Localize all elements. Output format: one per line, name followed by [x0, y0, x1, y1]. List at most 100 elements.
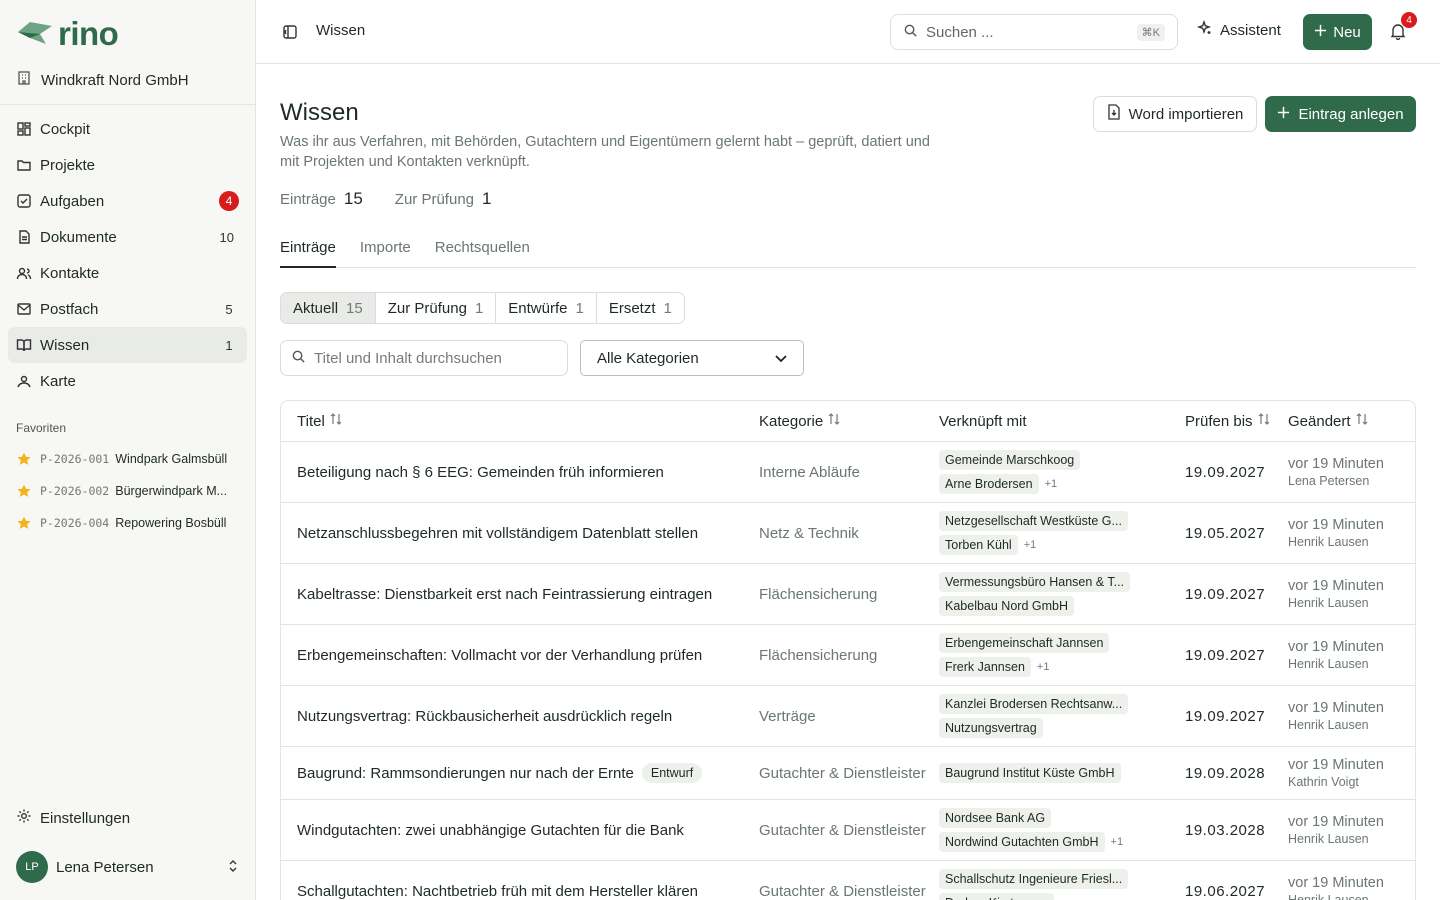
link-line: Nutzungsvertrag: [939, 718, 1185, 738]
table-row[interactable]: Nutzungsvertrag: Rückbausicherheit ausdr…: [281, 686, 1415, 747]
favorite-item[interactable]: P-2026-002 Bürgerwindpark M...: [16, 475, 247, 507]
link-chip[interactable]: Schallschutz Ingenieure Friesl...: [939, 869, 1129, 889]
tab-importe[interactable]: Importe: [360, 228, 411, 268]
link-chip[interactable]: Torben Kühl: [939, 535, 1018, 555]
link-chip[interactable]: Gemeinde Marschkoog: [939, 450, 1081, 470]
filter-zur-pruefung[interactable]: Zur Prüfung 1: [376, 293, 497, 323]
content-search-input[interactable]: Titel und Inhalt durchsuchen: [280, 340, 568, 376]
entry-review-date: 19.03.2028: [1185, 821, 1266, 839]
more-links-count[interactable]: +1: [1111, 836, 1124, 848]
entry-review-date: 19.09.2027: [1185, 646, 1266, 664]
link-line: Torben Kühl +1: [939, 535, 1185, 555]
sidebar-item-projekte[interactable]: Projekte: [8, 147, 247, 183]
sidebar-item-aufgaben[interactable]: Aufgaben 4: [8, 183, 247, 219]
entry-title[interactable]: Schallgutachten: Nachtbetrieb früh mit d…: [297, 883, 698, 900]
link-chip[interactable]: Nordwind Gutachten GmbH: [939, 832, 1105, 852]
link-chip[interactable]: Netzgesellschaft Westküste G...: [939, 511, 1128, 531]
sidebar-item-label: Projekte: [40, 156, 96, 174]
more-links-count[interactable]: +1: [1024, 539, 1037, 551]
entry-changed: vor 19 Minuten Lena Petersen: [1288, 456, 1415, 488]
entry-changed: vor 19 Minuten Henrik Lausen: [1288, 578, 1415, 610]
sidebar-item-cockpit[interactable]: Cockpit: [8, 111, 247, 147]
sidebar-item-label: Karte: [40, 372, 76, 390]
category-select[interactable]: Alle Kategorien: [580, 340, 804, 376]
filter-aktuell[interactable]: Aktuell 15: [281, 293, 376, 323]
changed-by: Lena Petersen: [1288, 474, 1370, 488]
entry-title[interactable]: Baugrund: Rammsondierungen nur nach der …: [297, 765, 634, 782]
filter-count: 15: [346, 299, 363, 317]
entry-title[interactable]: Beteiligung nach § 6 EEG: Gemeinden früh…: [297, 464, 664, 481]
sidebar-item-dokumente[interactable]: Dokumente 10: [8, 219, 247, 255]
link-chip[interactable]: Erbengemeinschaft Jannsen: [939, 633, 1110, 653]
col-titel[interactable]: Titel: [281, 412, 759, 430]
global-search[interactable]: Suchen ... ⌘K: [890, 14, 1178, 50]
create-entry-button[interactable]: Eintrag anlegen: [1265, 96, 1416, 132]
col-geaendert[interactable]: Geändert: [1288, 412, 1415, 430]
more-links-count[interactable]: +1: [1037, 661, 1050, 673]
entry-title[interactable]: Nutzungsvertrag: Rückbausicherheit ausdr…: [297, 708, 672, 725]
table-row[interactable]: Baugrund: Rammsondierungen nur nach der …: [281, 747, 1415, 800]
tab-eintraege[interactable]: Einträge: [280, 228, 336, 268]
settings-link[interactable]: Einstellungen: [16, 808, 130, 828]
table-row[interactable]: Beteiligung nach § 6 EEG: Gemeinden früh…: [281, 442, 1415, 503]
filter-entwuerfe[interactable]: Entwürfe 1: [496, 293, 597, 323]
table-row[interactable]: Kabeltrasse: Dienstbarkeit erst nach Fei…: [281, 564, 1415, 625]
link-chip[interactable]: Kanzlei Brodersen Rechtsanw...: [939, 694, 1129, 714]
filter-count: 1: [474, 299, 484, 317]
column-label: Verknüpft mit: [939, 412, 1027, 430]
sidebar-item-karte[interactable]: Karte: [8, 363, 247, 399]
stat-value: 1: [482, 189, 492, 208]
table-header: Titel Kategorie Verknüpft mit Prüfen bis…: [281, 401, 1415, 442]
word-import-button[interactable]: Word importieren: [1093, 96, 1257, 132]
entry-review-date: 19.09.2027: [1185, 707, 1266, 725]
stat-review: Zur Prüfung 1: [395, 189, 492, 209]
entry-title-cell: Kabeltrasse: Dienstbarkeit erst nach Fei…: [281, 586, 759, 603]
entry-category: Netz & Technik: [759, 524, 859, 542]
sidebar-item-wissen[interactable]: Wissen 1: [8, 327, 247, 363]
link-chip[interactable]: Frerk Jannsen: [939, 657, 1031, 677]
entry-category: Verträge: [759, 707, 816, 725]
entry-category: Gutachter & Dienstleister: [759, 882, 926, 900]
link-chip[interactable]: Dedam Kirstensen: [939, 893, 1054, 900]
entry-title-cell: Erbengemeinschaften: Vollmacht vor der V…: [281, 647, 759, 664]
table-row[interactable]: Windgutachten: zwei unabhängige Gutachte…: [281, 800, 1415, 861]
org-switcher[interactable]: Windkraft Nord GmbH: [16, 70, 189, 90]
link-chip[interactable]: Nordsee Bank AG: [939, 808, 1052, 828]
entry-title[interactable]: Kabeltrasse: Dienstbarkeit erst nach Fei…: [297, 586, 712, 603]
plus-icon: [1314, 24, 1327, 41]
more-links-count[interactable]: +1: [1045, 478, 1058, 490]
link-chip[interactable]: Nutzungsvertrag: [939, 718, 1043, 738]
link-chip[interactable]: Baugrund Institut Küste GmbH: [939, 763, 1121, 783]
table-body: Beteiligung nach § 6 EEG: Gemeinden früh…: [281, 442, 1415, 900]
link-chip[interactable]: Vermessungsbüro Hansen & T...: [939, 572, 1131, 592]
entry-title[interactable]: Netzanschlussbegehren mit vollständigem …: [297, 525, 698, 542]
sidebar-item-postfach[interactable]: Postfach 5: [8, 291, 247, 327]
favorite-item[interactable]: P-2026-004 Repowering Bosbüll: [16, 507, 247, 539]
new-button[interactable]: Neu: [1303, 14, 1372, 50]
sidebar-toggle-icon[interactable]: [282, 24, 298, 40]
table-row[interactable]: Schallgutachten: Nachtbetrieb früh mit d…: [281, 861, 1415, 900]
entry-category: Gutachter & Dienstleister: [759, 764, 926, 782]
user-menu[interactable]: LP Lena Petersen: [16, 851, 239, 883]
link-line: Nordsee Bank AG: [939, 808, 1185, 828]
link-chip[interactable]: Arne Brodersen: [939, 474, 1039, 494]
table-row[interactable]: Netzanschlussbegehren mit vollständigem …: [281, 503, 1415, 564]
main-nav: Cockpit Projekte Aufgaben 4 Dokumente 10…: [8, 111, 247, 399]
favorite-item[interactable]: P-2026-001 Windpark Galmsbüll: [16, 443, 247, 475]
logo-mark-icon: [16, 20, 54, 49]
assistant-button[interactable]: Assistent: [1196, 19, 1281, 40]
table-row[interactable]: Erbengemeinschaften: Vollmacht vor der V…: [281, 625, 1415, 686]
link-line: Kabelbau Nord GmbH: [939, 596, 1185, 616]
star-icon: [17, 484, 31, 497]
sidebar-item-kontakte[interactable]: Kontakte: [8, 255, 247, 291]
col-pruefen-bis[interactable]: Prüfen bis: [1185, 412, 1288, 430]
entry-changed: vor 19 Minuten Henrik Lausen: [1288, 517, 1415, 549]
tab-rechtsquellen[interactable]: Rechtsquellen: [435, 228, 530, 268]
logo[interactable]: rino: [16, 16, 119, 52]
link-chip[interactable]: Kabelbau Nord GmbH: [939, 596, 1074, 616]
entry-title[interactable]: Windgutachten: zwei unabhängige Gutachte…: [297, 822, 684, 839]
notification-badge: 4: [1401, 12, 1417, 28]
col-kategorie[interactable]: Kategorie: [759, 412, 939, 430]
filter-ersetzt[interactable]: Ersetzt 1: [597, 293, 684, 323]
entry-title[interactable]: Erbengemeinschaften: Vollmacht vor der V…: [297, 647, 702, 664]
